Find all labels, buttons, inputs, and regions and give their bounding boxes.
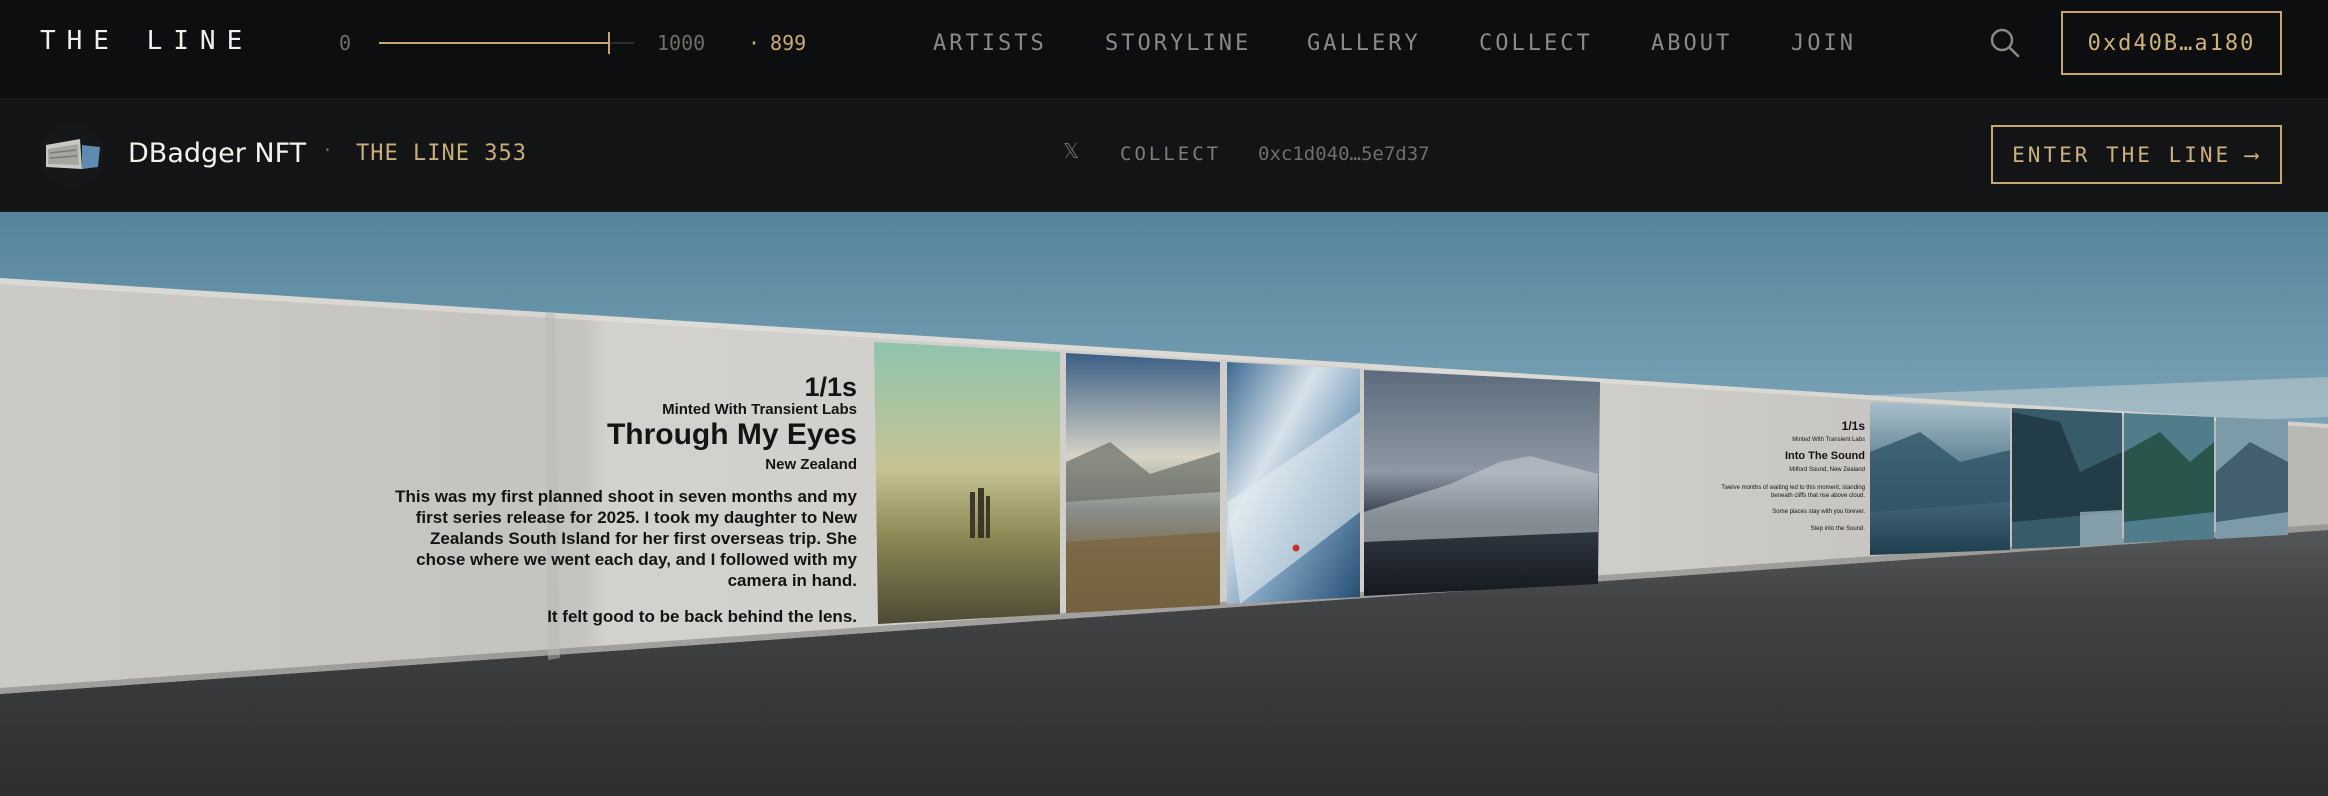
contract-address[interactable]: 0xc1d040…5e7d37 bbox=[1258, 143, 1430, 165]
nav-about[interactable]: ABOUT bbox=[1651, 31, 1732, 56]
line-position-handle[interactable] bbox=[608, 32, 611, 54]
avatar-image bbox=[40, 123, 104, 187]
line-position-value: · 899 bbox=[748, 31, 807, 55]
separator-dot: · bbox=[322, 140, 333, 161]
nav-storyline[interactable]: STORYLINE bbox=[1105, 31, 1251, 56]
line-scale-min: 0 bbox=[339, 31, 352, 55]
line-position-slider[interactable] bbox=[379, 32, 634, 54]
panel-second-location: Milford Sound, New Zealand bbox=[1789, 467, 1865, 473]
line-position-number: 899 bbox=[770, 31, 807, 55]
panel-main-body-4: chose where we went each day, and I foll… bbox=[416, 550, 857, 569]
collection-line-number: THE LINE 353 bbox=[356, 141, 527, 166]
top-navigation-bar: THE LINE 0 1000 · 899 ARTISTS STORYLINE G… bbox=[0, 0, 2328, 99]
nav-join[interactable]: JOIN bbox=[1791, 31, 1856, 56]
nav-collect[interactable]: COLLECT bbox=[1479, 31, 1593, 56]
artwork-photo-7[interactable] bbox=[2124, 413, 2214, 543]
panel-second-body-2: beneath cliffs that rise above cloud. bbox=[1771, 493, 1865, 499]
artwork-photo-4[interactable] bbox=[1364, 370, 1600, 596]
panel-main-location: New Zealand bbox=[765, 456, 857, 473]
artwork-photo-3[interactable] bbox=[1227, 362, 1360, 604]
search-button[interactable] bbox=[1988, 26, 2022, 60]
wallet-address-button[interactable]: 0xd40B…a180 bbox=[2061, 11, 2282, 75]
panel-second-line-b: Step into the Sound. bbox=[1811, 526, 1866, 532]
enter-the-line-button[interactable]: ENTER THE LINE ⟶ bbox=[1991, 125, 2282, 184]
panel-second-body-1: Twelve months of waiting led to this mom… bbox=[1721, 485, 1865, 491]
x-social-icon[interactable]: 𝕏 bbox=[1063, 139, 1079, 163]
arrow-right-icon: ⟶ bbox=[2245, 142, 2261, 167]
panel-main-minted: Minted With Transient Labs bbox=[662, 401, 857, 418]
collection-header-bar: DBadger NFT · THE LINE 353 𝕏 COLLECT 0xc… bbox=[0, 99, 2328, 212]
panel-main-edition: 1/1s bbox=[804, 372, 857, 402]
artwork-photo-2[interactable] bbox=[1066, 353, 1220, 613]
panel-main-body-2: first series release for 2025. I took my… bbox=[416, 508, 858, 527]
panel-main-body-3: Zealands South Island for her first over… bbox=[430, 529, 857, 548]
line-scale-max: 1000 bbox=[657, 31, 706, 55]
brand-logo[interactable]: THE LINE bbox=[40, 26, 253, 56]
collection-name[interactable]: DBadger NFT bbox=[128, 138, 306, 169]
gallery-scene: 1/1s Minted With Transient Labs Through … bbox=[0, 212, 2328, 796]
panel-second-line-a: Some places stay with you forever. bbox=[1772, 509, 1865, 515]
panel-main-title: Through My Eyes bbox=[607, 418, 857, 451]
nav-artists[interactable]: ARTISTS bbox=[933, 31, 1047, 56]
collection-avatar[interactable] bbox=[40, 123, 104, 187]
line-position-fill bbox=[379, 42, 609, 44]
panel-second-minted: Minted With Transient Labs bbox=[1792, 437, 1865, 443]
panel-main-body-5: camera in hand. bbox=[728, 571, 857, 590]
artwork-photo-6[interactable] bbox=[2012, 408, 2122, 549]
collect-link[interactable]: COLLECT bbox=[1120, 143, 1221, 165]
artwork-photo-8[interactable] bbox=[2216, 417, 2288, 539]
search-icon bbox=[1990, 28, 2020, 58]
artwork-photo-1[interactable] bbox=[874, 342, 1060, 624]
enter-button-label: ENTER THE LINE bbox=[2012, 142, 2232, 167]
panel-second-title: Into The Sound bbox=[1785, 450, 1865, 462]
artwork-photo-5[interactable] bbox=[1870, 402, 2010, 555]
gallery-3d-viewport[interactable]: 1/1s Minted With Transient Labs Through … bbox=[0, 212, 2328, 796]
panel-second-edition: 1/1s bbox=[1842, 419, 1866, 433]
nav-gallery[interactable]: GALLERY bbox=[1307, 31, 1421, 56]
panel-main-body-1: This was my first planned shoot in seven… bbox=[395, 487, 857, 506]
panel-main-closing: It felt good to be back behind the lens. bbox=[547, 607, 857, 626]
